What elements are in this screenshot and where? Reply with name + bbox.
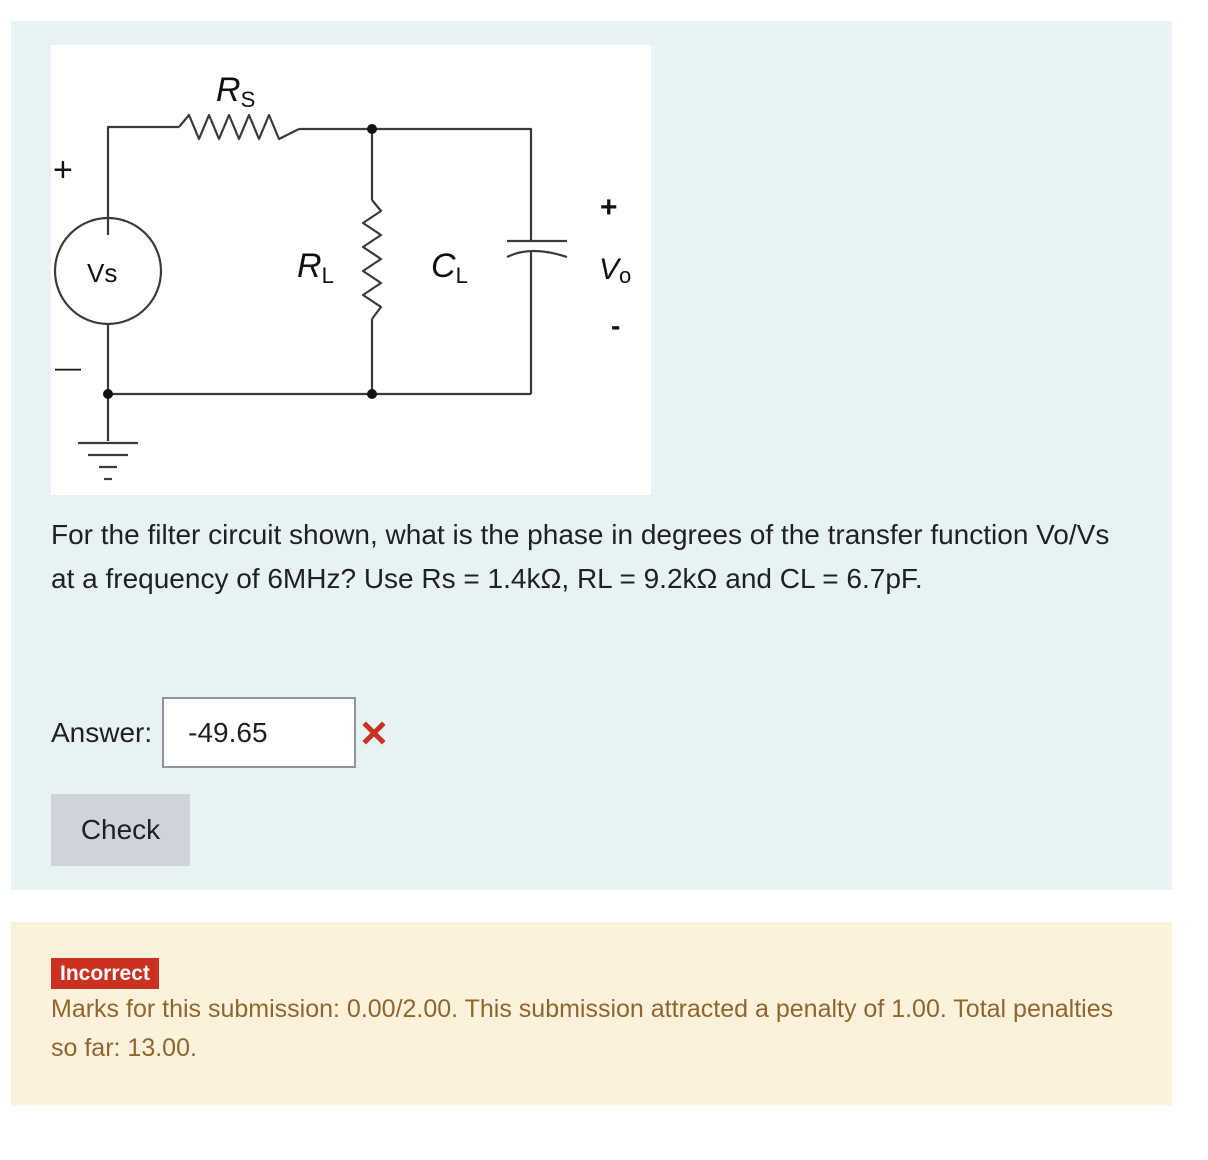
check-button[interactable]: Check — [51, 794, 190, 866]
series-resistor — [178, 113, 300, 141]
label-rs-sub: S — [241, 87, 256, 112]
node-bottom-mid — [367, 389, 377, 399]
node-bottom-left — [103, 389, 113, 399]
svg-text:Vo: Vo — [599, 253, 631, 288]
question-text: For the filter circuit shown, what is th… — [51, 519, 1110, 594]
capacitor-plate-bottom — [506, 249, 568, 259]
wire-bottom — [106, 325, 531, 396]
svg-text:RS: RS — [216, 71, 255, 112]
label-rl-main: R — [297, 247, 322, 285]
answer-row: Answer: — [51, 696, 386, 769]
answer-input[interactable] — [162, 697, 357, 768]
node-top — [367, 124, 377, 134]
incorrect-badge: Incorrect — [51, 958, 159, 989]
circuit-svg: RS RL CL Vo Vs + — + - — [53, 71, 631, 481]
label-cl-main: C — [431, 247, 456, 285]
label-rl-sub: L — [322, 263, 334, 288]
question-panel: RS RL CL Vo Vs + — + - For the filter ci… — [11, 21, 1172, 890]
feedback-panel: Incorrect Marks for this submission: 0.0… — [11, 922, 1172, 1105]
label-rs-main: R — [216, 71, 241, 109]
feedback-text: Marks for this submission: 0.00/2.00. Th… — [51, 995, 1114, 1062]
answer-label: Answer: — [51, 716, 153, 748]
wire-top-right — [299, 127, 533, 181]
label-source-minus: — — [55, 352, 81, 382]
label-output-minus: - — [611, 310, 620, 341]
svg-text:RL: RL — [297, 247, 334, 288]
load-resistor — [361, 199, 383, 320]
label-source-plus: + — [53, 151, 73, 189]
label-output-plus: + — [600, 191, 618, 224]
svg-text:CL: CL — [431, 247, 468, 288]
circuit-diagram: RS RL CL Vo Vs + — + - — [51, 45, 651, 495]
label-cl-sub: L — [456, 263, 468, 288]
label-vo-sub: o — [619, 263, 631, 288]
label-vs: Vs — [87, 258, 117, 288]
cross-icon — [362, 720, 386, 745]
